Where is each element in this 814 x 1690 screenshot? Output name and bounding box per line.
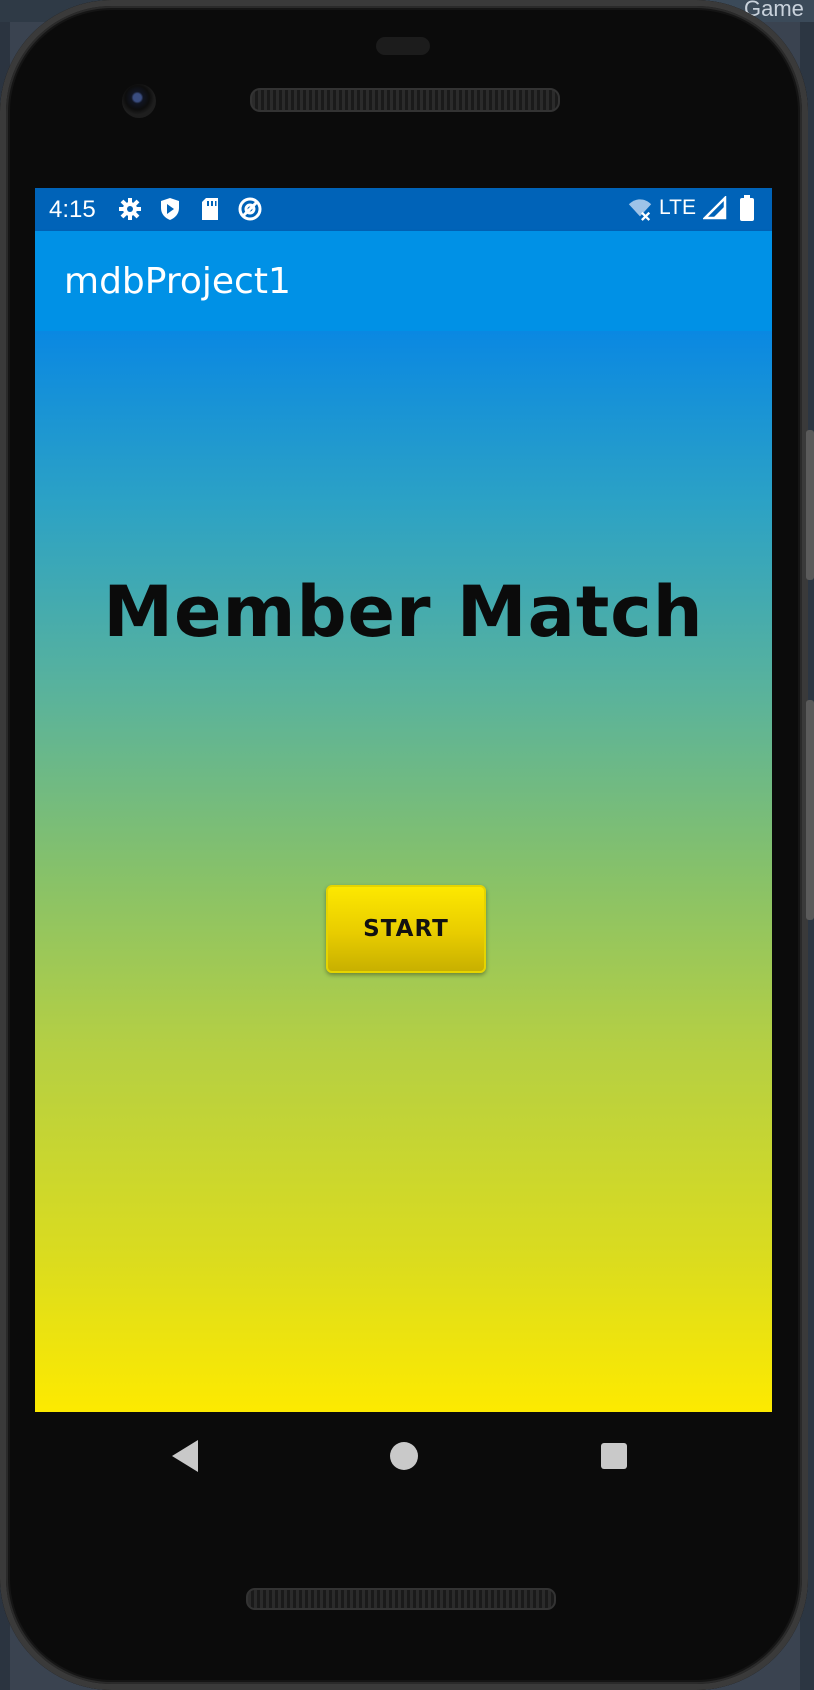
bottom-speaker — [246, 1588, 556, 1610]
power-button[interactable] — [806, 700, 814, 920]
front-camera-icon — [122, 84, 156, 118]
back-icon[interactable] — [172, 1440, 198, 1472]
status-icons-right: LTE — [627, 195, 760, 221]
proximity-sensor — [376, 37, 430, 55]
volume-button[interactable] — [806, 430, 814, 580]
sd-card-icon — [197, 196, 223, 222]
app-bar: mdbProject1 — [35, 231, 772, 331]
battery-icon — [734, 195, 760, 221]
network-type-label: LTE — [659, 196, 696, 219]
status-icons-left — [117, 196, 263, 222]
signal-icon — [702, 195, 728, 221]
wifi-off-icon — [627, 195, 653, 221]
start-button[interactable]: START — [326, 885, 486, 973]
navigation-bar — [35, 1412, 772, 1502]
status-bar: 4:15 LTE — [35, 188, 772, 231]
home-icon[interactable] — [390, 1442, 418, 1470]
gear-icon — [117, 196, 143, 222]
app-title: mdbProject1 — [64, 261, 291, 302]
phone-screen: 4:15 LTE mdbProject1 Member Match START — [35, 188, 772, 1412]
main-content: Member Match START — [35, 331, 772, 1412]
status-time: 4:15 — [49, 196, 96, 223]
earpiece-speaker — [250, 88, 560, 112]
at-sign-icon — [237, 196, 263, 222]
page-title: Member Match — [103, 571, 704, 653]
shield-play-icon — [157, 196, 183, 222]
recents-icon[interactable] — [601, 1443, 627, 1469]
